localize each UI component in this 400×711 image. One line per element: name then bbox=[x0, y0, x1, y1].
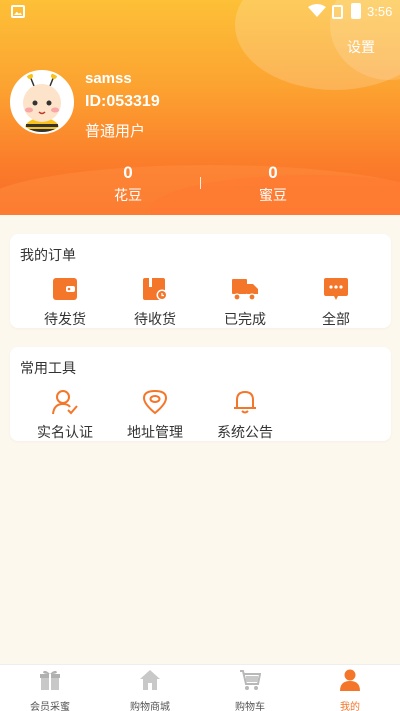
order-completed[interactable]: 已完成 bbox=[200, 276, 290, 329]
nav-label: 购物商城 bbox=[130, 702, 170, 711]
tool-system-notice[interactable]: 系统公告 bbox=[200, 389, 290, 442]
user-id: ID:053319 bbox=[85, 93, 160, 110]
orders-title: 我的订单 bbox=[20, 248, 76, 264]
nav-member-honey[interactable]: 会员采蜜 bbox=[0, 669, 100, 711]
order-item-label: 全部 bbox=[322, 312, 350, 328]
bottom-nav: 会员采蜜 购物商城 购物车 我的 bbox=[0, 664, 400, 711]
order-all[interactable]: 全部 bbox=[291, 276, 381, 329]
order-item-label: 已完成 bbox=[224, 312, 266, 328]
profile-header: 3:56 设置 samss ID:053319 普通用户 0 花豆 0 蜜豆 bbox=[0, 0, 400, 215]
nav-mine[interactable]: 我的 bbox=[300, 669, 400, 711]
orders-card: 我的订单 待发货 待收货 已完成 全部 bbox=[10, 234, 391, 328]
tools-title: 常用工具 bbox=[20, 361, 76, 377]
stat-label: 蜜豆 bbox=[259, 188, 287, 204]
stat-value: 0 bbox=[123, 163, 133, 182]
cart-icon bbox=[240, 670, 262, 690]
tool-item-label: 地址管理 bbox=[127, 425, 183, 441]
gift-icon bbox=[40, 670, 60, 690]
home-icon bbox=[140, 670, 160, 690]
stat-midou[interactable]: 0 蜜豆 bbox=[233, 163, 313, 205]
username: samss bbox=[85, 70, 132, 87]
tool-item-label: 系统公告 bbox=[217, 425, 273, 441]
battery-icon bbox=[351, 3, 361, 19]
settings-button[interactable]: 设置 bbox=[347, 37, 375, 57]
truck-icon bbox=[232, 279, 258, 301]
nav-label: 我的 bbox=[340, 702, 360, 711]
stat-label: 花豆 bbox=[114, 188, 142, 204]
nav-label: 购物车 bbox=[235, 702, 265, 711]
order-pending-ship[interactable]: 待发货 bbox=[20, 276, 110, 329]
nav-label: 会员采蜜 bbox=[30, 702, 70, 711]
status-bar: 3:56 bbox=[0, 0, 400, 24]
bee-avatar-icon bbox=[12, 72, 72, 132]
user-type: 普通用户 bbox=[85, 122, 146, 140]
avatar[interactable] bbox=[10, 70, 74, 134]
stat-divider bbox=[200, 177, 201, 189]
person-icon bbox=[340, 669, 360, 691]
tools-card: 常用工具 实名认证 地址管理 系统公告 bbox=[10, 347, 391, 441]
tool-item-label: 实名认证 bbox=[37, 425, 93, 441]
order-pending-receive[interactable]: 待收货 bbox=[110, 276, 200, 329]
tool-address-manage[interactable]: 地址管理 bbox=[110, 389, 200, 442]
stat-value: 0 bbox=[268, 163, 278, 182]
stat-huadou[interactable]: 0 花豆 bbox=[88, 163, 168, 205]
image-notification-icon bbox=[11, 5, 25, 18]
nav-shopping-mall[interactable]: 购物商城 bbox=[100, 669, 200, 711]
order-item-label: 待收货 bbox=[134, 312, 176, 328]
order-item-label: 待发货 bbox=[44, 312, 86, 328]
chat-bubble-icon bbox=[324, 278, 348, 300]
status-time: 3:56 bbox=[367, 4, 393, 19]
tool-real-name-verify[interactable]: 实名认证 bbox=[20, 389, 110, 442]
bell-icon bbox=[234, 390, 256, 414]
location-pin-icon bbox=[142, 389, 168, 415]
wallet-icon bbox=[53, 278, 77, 300]
package-icon bbox=[143, 278, 168, 301]
no-sim-icon bbox=[332, 5, 343, 19]
user-verify-icon bbox=[52, 390, 78, 415]
wifi-icon bbox=[308, 4, 326, 17]
nav-cart[interactable]: 购物车 bbox=[200, 669, 300, 711]
